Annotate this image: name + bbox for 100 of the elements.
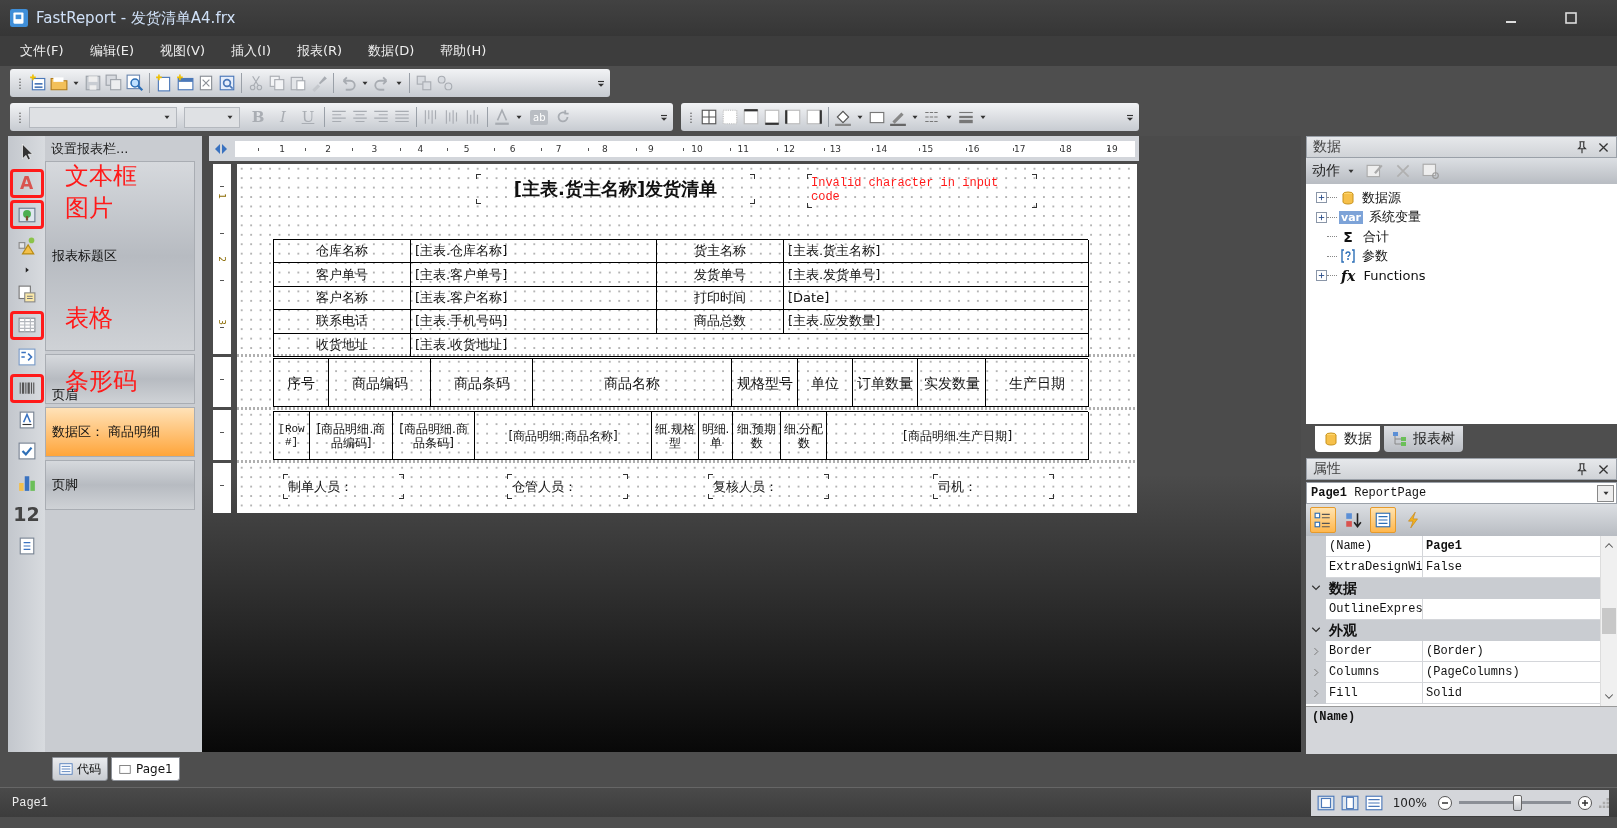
page-tab[interactable]: 代码	[52, 757, 108, 781]
column-header: 商品编码	[329, 359, 431, 407]
field-label: 客户名称	[274, 286, 411, 311]
tree-item[interactable]: 合计	[1363, 227, 1389, 246]
vertical-ruler	[213, 357, 231, 407]
field-value: [Date]	[784, 286, 1089, 311]
band-item[interactable]: 页脚	[45, 460, 195, 510]
field-label: 客户单号	[274, 263, 411, 287]
ruler-number: 3	[217, 319, 227, 326]
panel-tab[interactable]: 报表树	[1384, 426, 1463, 452]
menu-item[interactable]: 数据(D)	[358, 42, 425, 60]
menu-item[interactable]: 报表(R)	[287, 42, 353, 60]
bar-chart-icon[interactable]	[17, 473, 36, 492]
slider-thumb[interactable]	[1513, 794, 1523, 811]
tree-icon-text: var	[1339, 210, 1364, 224]
menu-item[interactable]: 插入(I)	[221, 42, 281, 60]
new-window-icon[interactable]	[176, 74, 194, 92]
error-message: Invalid character in input code	[807, 174, 1037, 208]
border-left-icon[interactable]	[784, 108, 802, 126]
field-value: [主表.仓库名称]	[411, 240, 657, 264]
border-bottom-icon[interactable]	[763, 108, 781, 126]
ruler-number: 7	[554, 142, 563, 156]
band-item[interactable]: 数据区： 商品明细	[45, 407, 195, 457]
data-cell: 细.分配数	[781, 412, 827, 460]
ruler-number: 5	[462, 142, 471, 156]
pin-icon[interactable]	[1575, 462, 1589, 476]
column-header: 规格型号	[732, 359, 798, 407]
page-settings-icon[interactable]	[218, 74, 236, 92]
maximize-icon[interactable]	[1563, 10, 1579, 26]
border-right-icon[interactable]	[805, 108, 823, 126]
selected-object: Page1 ReportPage	[1311, 486, 1427, 500]
new-document-icon[interactable]	[29, 74, 47, 92]
view-page-icon[interactable]	[1316, 793, 1335, 812]
view-toggle-button[interactable]	[1370, 507, 1396, 533]
panel-tab[interactable]: 数据	[1315, 426, 1380, 452]
expand-box[interactable]	[1316, 270, 1327, 282]
window-title: FastReport - 发货清单A4.frx	[36, 8, 236, 28]
property-list-icon	[1374, 511, 1392, 529]
column-header: 商品名称	[533, 359, 732, 407]
signature-label: 司机：	[933, 474, 1054, 499]
ruler-number: 18	[1059, 142, 1073, 156]
field-label: 打印时间	[657, 286, 784, 311]
tree-item[interactable]: Functions	[1363, 268, 1426, 284]
paint-bucket-icon[interactable]	[834, 108, 852, 126]
field-label: 发货单号	[657, 263, 784, 287]
category-name: 数据	[1326, 578, 1600, 599]
column-header: 订单数量	[853, 359, 918, 407]
underlined-text-icon[interactable]	[17, 410, 36, 429]
zoom-out-icon[interactable]	[1437, 794, 1453, 811]
dropdown-button[interactable]	[1597, 484, 1614, 502]
tree-item[interactable]: 参数	[1362, 247, 1388, 266]
border-all-icon[interactable]	[700, 108, 718, 126]
page-tab[interactable]: Page1	[111, 757, 180, 781]
close-icon[interactable]	[1597, 140, 1610, 154]
scroll-thumb[interactable]	[1602, 608, 1616, 634]
tab-label: 报表树	[1413, 430, 1455, 448]
view-list-icon	[59, 762, 73, 776]
matrix-icon[interactable]	[17, 347, 36, 366]
action-menu[interactable]: 动作	[1312, 162, 1356, 180]
ruler-number: 12	[782, 142, 796, 156]
field-value: [主表.客户名称]	[411, 286, 657, 311]
checkbox-icon[interactable]	[17, 442, 36, 461]
shapes-icon[interactable]	[17, 237, 36, 256]
picture-icon[interactable]	[17, 205, 36, 224]
tree-item[interactable]: 数据源	[1362, 188, 1401, 207]
page-delete-icon[interactable]	[197, 74, 215, 92]
menu-item[interactable]: 编辑(E)	[79, 42, 144, 60]
new-page-icon[interactable]	[155, 74, 173, 92]
category-name: 外观	[1326, 620, 1600, 641]
expand-box[interactable]	[1316, 192, 1327, 204]
tree-item[interactable]: 系统变量	[1369, 208, 1422, 227]
tab-label: 数据	[1344, 430, 1372, 448]
view-list-icon[interactable]	[1364, 793, 1383, 812]
menu-item[interactable]: 视图(V)	[150, 42, 216, 60]
view-single-icon[interactable]	[1340, 793, 1359, 812]
table-icon[interactable]	[17, 316, 36, 335]
expand-box[interactable]	[1316, 211, 1327, 223]
property-description: (Name)	[1306, 706, 1617, 754]
ruler-number: 2	[324, 142, 333, 156]
zoom-in-icon[interactable]	[1577, 794, 1593, 811]
magnifier-icon[interactable]	[126, 74, 144, 92]
tree-connector	[1327, 197, 1337, 199]
clipboard-icon[interactable]	[289, 74, 307, 92]
border-top-icon[interactable]	[742, 108, 760, 126]
property-name: Border	[1326, 641, 1423, 662]
tool-glyph[interactable]: 12	[13, 504, 40, 524]
ruler-number: 3	[370, 142, 379, 156]
menu-item[interactable]: 文件(F)	[10, 42, 74, 60]
close-icon[interactable]	[1597, 462, 1610, 476]
object-selector[interactable]: Page1 ReportPage	[1306, 482, 1617, 504]
menu-item[interactable]: 帮助(H)	[430, 42, 497, 60]
report-title: [主表.货主名称]发货清单	[476, 174, 755, 204]
view-toggle-button[interactable]	[1310, 507, 1336, 533]
pin-icon[interactable]	[1575, 140, 1589, 154]
label-icon[interactable]	[17, 536, 36, 555]
app-logo-icon	[10, 9, 28, 27]
ruler-number: 9	[647, 142, 655, 156]
tree-connector	[1327, 255, 1337, 257]
annotation-label: 表格	[65, 306, 113, 331]
pages-icon[interactable]	[17, 284, 36, 303]
